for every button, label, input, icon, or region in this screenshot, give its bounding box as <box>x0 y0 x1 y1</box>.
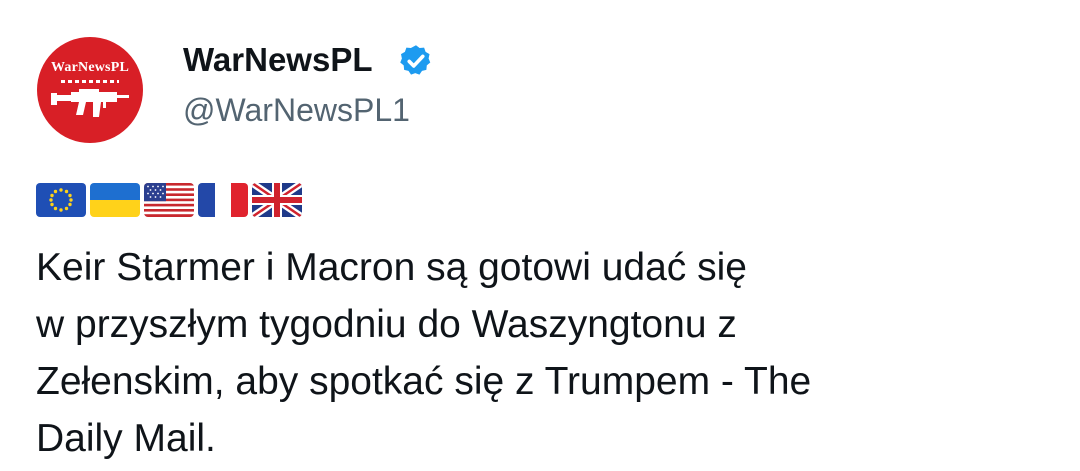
ukraine-flag-icon <box>90 183 140 217</box>
eu-flag-icon <box>36 183 86 217</box>
avatar[interactable]: WarNewsPL <box>37 37 143 143</box>
flag-emoji-row <box>36 183 302 219</box>
uk-flag-icon <box>252 183 302 217</box>
author-handle[interactable]: @WarNewsPL1 <box>183 90 410 130</box>
avatar-logo-text: WarNewsPL <box>50 60 129 75</box>
rifle-logo-icon <box>51 89 129 117</box>
france-flag-icon <box>198 183 248 217</box>
usa-flag-icon <box>144 183 194 217</box>
author-display-name[interactable]: WarNewsPL <box>183 40 373 80</box>
tweet-text: Keir Starmer i Macron są gotowi udać się… <box>36 246 812 460</box>
verified-badge-icon <box>400 45 431 75</box>
tweet-card: WarNewsPL WarNewsPL @WarNewsPL1 Keir Sta… <box>0 0 1080 471</box>
